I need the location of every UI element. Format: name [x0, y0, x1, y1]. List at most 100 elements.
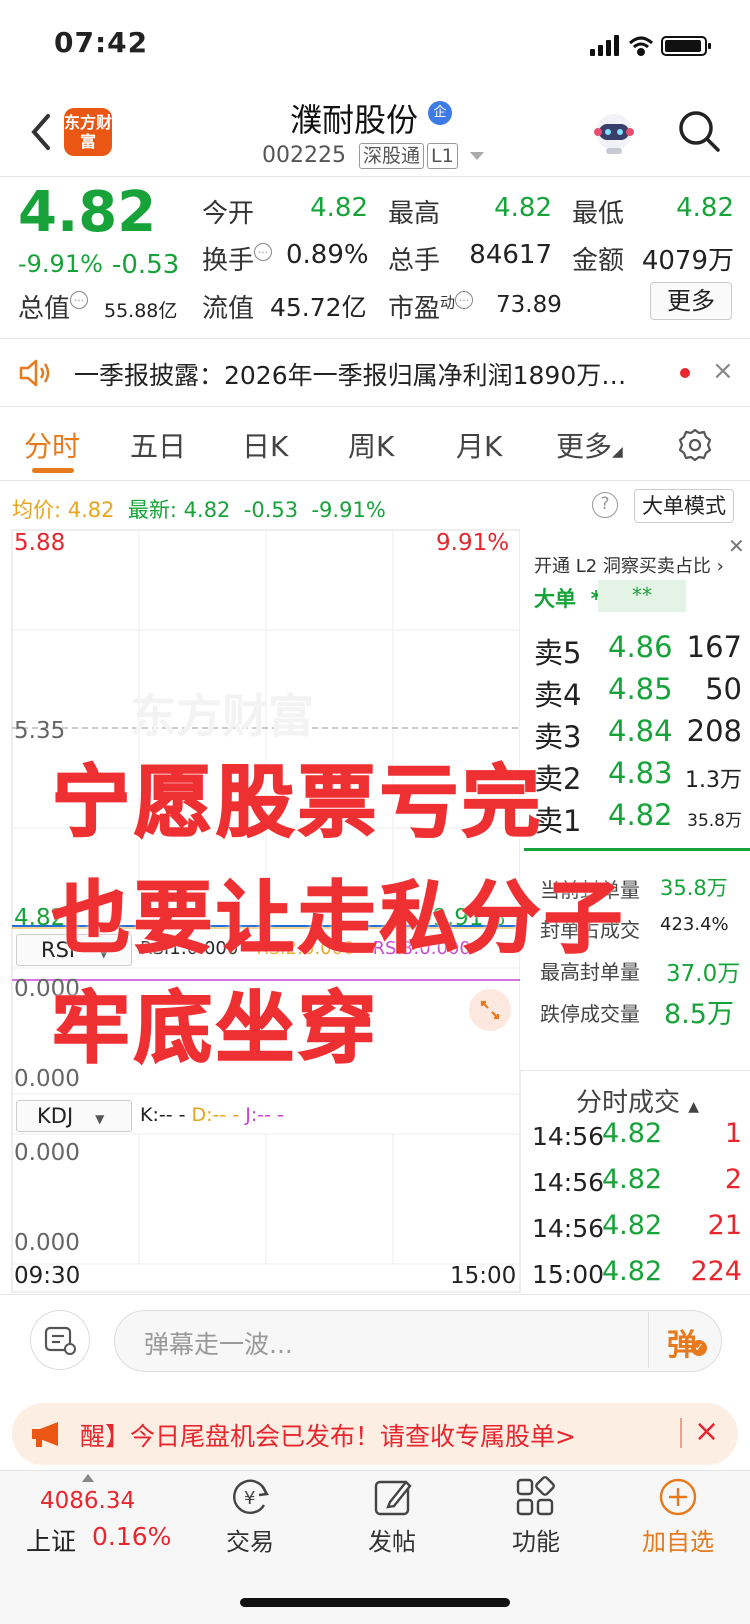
notice-text[interactable]: 一季报披露：2026年一季报归属净利润1890万…	[74, 356, 664, 392]
tab-monthly-k[interactable]: 月K	[456, 425, 502, 465]
nav-trade[interactable]: 交易	[210, 1522, 290, 1557]
divider	[0, 1294, 750, 1295]
trade-price: 4.82	[602, 1256, 663, 1287]
promo-text[interactable]: 醒】今日尾盘机会已发布！请查收专属股单>	[80, 1417, 576, 1453]
kdj-axis-bottom: 0.000	[14, 1230, 80, 1256]
search-icon[interactable]	[676, 108, 722, 154]
tab-daily-k[interactable]: 日K	[242, 425, 288, 465]
danmu-button[interactable]: 弹 ✓	[648, 1312, 720, 1368]
trade-volume: 1	[724, 1118, 742, 1149]
active-tab-indicator	[32, 468, 74, 473]
trade-price: 4.82	[602, 1164, 663, 1195]
tab-more[interactable]: 更多◢	[556, 425, 623, 465]
close-icon[interactable]: ✕	[728, 534, 745, 558]
caret-down-icon[interactable]	[470, 152, 484, 160]
index-value[interactable]: 4086.34	[40, 1488, 135, 1514]
robot-assistant-icon[interactable]	[590, 110, 638, 156]
trade-icon[interactable]: ¥	[228, 1476, 274, 1518]
promo-divider	[680, 1418, 682, 1448]
more-button[interactable]: 更多	[650, 282, 732, 320]
overlay-slogan-line3: 牢底坐穿	[51, 983, 381, 1075]
back-icon[interactable]	[22, 108, 62, 156]
expand-icon[interactable]	[468, 988, 512, 1032]
trade-time: 14:56	[532, 1214, 605, 1243]
market-cap-value: 55.88亿	[104, 300, 178, 322]
low-label: 最低	[572, 199, 625, 229]
caret-up-icon: ▲	[688, 1099, 700, 1115]
seal-value: 35.8万	[660, 876, 728, 900]
l2-promo-title[interactable]: 开通 L2 洞察买卖占比 ›	[534, 552, 724, 578]
info-icon[interactable]: …	[455, 291, 474, 309]
pe-value: 73.89	[496, 292, 562, 318]
volume-label: 总手	[388, 246, 441, 276]
latest-change: -0.53	[243, 498, 299, 522]
signal-icon	[590, 35, 619, 56]
high-value: 4.82	[494, 193, 552, 223]
watermark: 东方财富	[130, 689, 314, 743]
ask1-volume: 35.8万	[687, 811, 742, 831]
float-cap-label: 流值	[202, 294, 255, 324]
help-icon[interactable]: ?	[592, 492, 618, 518]
gear-icon[interactable]	[678, 428, 712, 462]
info-icon[interactable]: …	[254, 243, 273, 261]
time-axis-start: 09:30	[14, 1263, 81, 1289]
danmu-placeholder: 弹幕走一波...	[144, 1330, 293, 1359]
tab-five-day[interactable]: 五日	[130, 425, 186, 465]
close-icon[interactable]: ×	[694, 1414, 719, 1449]
post-icon[interactable]	[372, 1476, 416, 1518]
index-name[interactable]: 上证	[26, 1522, 76, 1558]
time-axis-end: 15:00	[450, 1263, 517, 1289]
ask5-price: 4.86	[608, 630, 673, 664]
svg-text:¥: ¥	[244, 1488, 255, 1509]
info-icon[interactable]: …	[70, 291, 89, 309]
enterprise-badge: 企	[428, 101, 452, 125]
nav-add-watchlist[interactable]: 加自选	[628, 1522, 728, 1557]
nav-post[interactable]: 发帖	[352, 1522, 432, 1557]
ask2-volume: 1.3万	[685, 768, 742, 793]
open-value: 4.82	[310, 193, 368, 223]
trade-time: 14:56	[532, 1122, 605, 1151]
add-watchlist-icon[interactable]	[656, 1476, 700, 1518]
kdj-selector[interactable]: KDJ ▼	[16, 1100, 132, 1132]
tab-intraday[interactable]: 分时	[24, 425, 80, 465]
price-info-line: 均价: 4.82 最新: 4.82 -0.53 -9.91%	[12, 494, 386, 524]
divider	[0, 176, 750, 177]
axis-price-top: 5.88	[14, 530, 66, 556]
big-order-mode-button[interactable]: 大单模式	[634, 489, 734, 523]
expand-up-icon[interactable]	[82, 1474, 94, 1482]
market-cap-label: 总值…	[18, 288, 89, 325]
tab-weekly-k[interactable]: 周K	[348, 425, 394, 465]
level-tag[interactable]: L1	[427, 143, 458, 169]
megaphone-icon	[32, 1422, 58, 1447]
trade-time: 15:00	[532, 1260, 605, 1289]
trades-title[interactable]: 分时成交 ▲	[576, 1082, 699, 1119]
divider	[520, 1070, 750, 1071]
ask2-price: 4.83	[608, 756, 673, 790]
close-icon[interactable]: ×	[712, 356, 734, 386]
functions-icon[interactable]	[514, 1476, 558, 1518]
ask5-volume: 167	[686, 630, 742, 664]
overlay-slogan-line1: 宁愿股票亏完	[51, 757, 545, 849]
app-logo: 东方财富	[64, 108, 112, 156]
comment-settings-button[interactable]	[30, 1310, 90, 1370]
divider	[0, 480, 750, 481]
trade-volume: 21	[707, 1210, 742, 1241]
pe-label: 市盈动…	[388, 288, 474, 325]
open-label: 今开	[202, 199, 255, 229]
home-indicator[interactable]	[240, 1598, 510, 1607]
avg-price-label: 均价:	[12, 498, 62, 522]
index-change[interactable]: 0.16%	[92, 1522, 171, 1551]
wifi-icon	[628, 36, 654, 56]
exchange-tag: 深股通	[359, 143, 425, 169]
trade-price: 4.82	[602, 1210, 663, 1241]
ask4-label: 卖4	[534, 678, 582, 712]
battery-icon	[661, 36, 711, 56]
divider	[0, 338, 750, 339]
change-percent: -9.91%	[18, 250, 103, 278]
nav-functions[interactable]: 功能	[496, 1522, 576, 1557]
stock-name: 濮耐股份	[290, 101, 419, 139]
amount-label: 金额	[572, 246, 625, 276]
seal-ratio-value: 423.4%	[660, 914, 729, 935]
trade-time: 14:56	[532, 1168, 605, 1197]
big-order-value: **	[598, 580, 686, 612]
